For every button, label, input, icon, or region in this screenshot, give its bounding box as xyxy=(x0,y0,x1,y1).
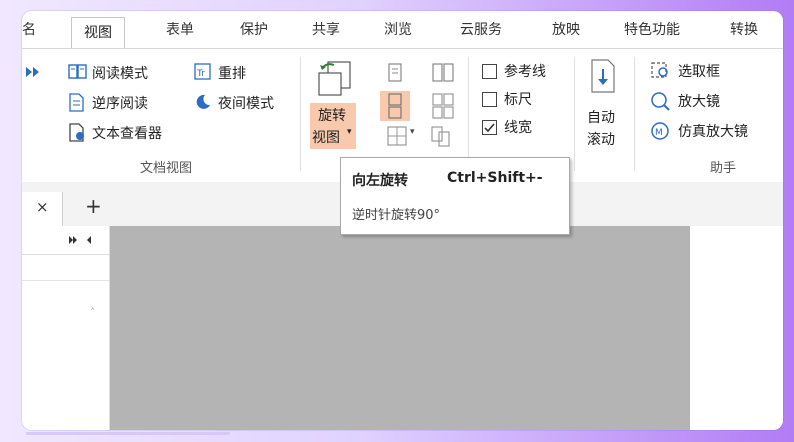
ruler-checkbox[interactable] xyxy=(482,92,497,107)
reflow-button[interactable]: 重排 xyxy=(218,63,246,83)
tooltip-description: 逆时针旋转90° xyxy=(352,208,441,223)
tab-share[interactable]: 共享 xyxy=(312,19,340,39)
tab-sign[interactable]: 名 xyxy=(22,19,36,39)
add-tab-button[interactable]: + xyxy=(85,194,102,218)
split-view-icon[interactable] xyxy=(386,125,408,147)
app-window: 名 视图 表单 保护 共享 浏览 云服务 放映 特色功能 转换 阅读模式 Tr … xyxy=(22,11,783,430)
reverse-read-button[interactable]: 逆序阅读 xyxy=(92,93,148,113)
two-page-icon[interactable] xyxy=(432,63,454,83)
document-page xyxy=(110,226,690,430)
group-label-doc-view: 文档视图 xyxy=(140,161,193,176)
rotate-view-button[interactable]: 旋转 视图 ▾ xyxy=(310,57,356,151)
true-magnifier-icon: M xyxy=(651,122,669,140)
window-bottom-indicator xyxy=(26,432,230,435)
tab-form[interactable]: 表单 xyxy=(166,19,194,39)
text-viewer-icon xyxy=(69,123,84,142)
true-magnifier-button[interactable]: 仿真放大镜 xyxy=(678,121,748,141)
expand-arrow-icon[interactable] xyxy=(24,65,40,79)
check-icon xyxy=(484,123,495,133)
tooltip-shortcut: Ctrl+Shift+- xyxy=(447,170,543,186)
line-width-label: 线宽 xyxy=(504,120,532,136)
line-width-checkbox[interactable] xyxy=(482,120,497,135)
text-viewer-button[interactable]: 文本查看器 xyxy=(92,123,162,143)
tab-browse[interactable]: 浏览 xyxy=(384,19,412,39)
group-label-assistant: 助手 xyxy=(710,161,737,176)
group-divider xyxy=(574,57,575,171)
rotate-view-label-2: 视图 xyxy=(312,130,340,146)
svg-text:Tr: Tr xyxy=(196,69,205,79)
auto-scroll-button[interactable]: 自动 滚动 xyxy=(582,59,624,149)
read-mode-button[interactable]: 阅读模式 xyxy=(92,63,148,83)
group-divider xyxy=(634,57,635,171)
compare-icon[interactable] xyxy=(430,125,452,147)
moon-icon xyxy=(196,94,210,109)
scroll-up-icon[interactable]: ˄ xyxy=(90,306,96,319)
guides-label: 参考线 xyxy=(504,64,546,80)
rotate-left-tooltip: 向左旋转 Ctrl+Shift+- 逆时针旋转90° xyxy=(340,157,570,235)
auto-scroll-icon xyxy=(591,59,615,93)
tab-convert[interactable]: 转换 xyxy=(730,19,758,39)
guides-checkbox[interactable] xyxy=(482,64,497,79)
panel-header xyxy=(22,226,109,255)
reverse-read-icon xyxy=(69,93,84,112)
ribbon-tab-bar: 名 视图 表单 保护 共享 浏览 云服务 放映 特色功能 转换 xyxy=(22,11,783,49)
tab-features[interactable]: 特色功能 xyxy=(624,19,680,39)
ruler-label: 标尺 xyxy=(504,92,532,108)
book-icon xyxy=(68,64,87,79)
select-box-icon xyxy=(651,62,668,78)
document-canvas[interactable] xyxy=(110,226,783,430)
svg-text:M: M xyxy=(655,128,663,138)
group-divider xyxy=(300,57,301,171)
tab-cloud[interactable]: 云服务 xyxy=(460,19,502,39)
close-tab-button[interactable]: × xyxy=(36,198,49,216)
continuous-two-page-icon[interactable] xyxy=(432,93,454,119)
tab-protect[interactable]: 保护 xyxy=(240,19,268,39)
navigation-panel: ˄ xyxy=(22,226,110,430)
rotate-page-icon xyxy=(318,61,351,96)
auto-scroll-label-1: 自动 xyxy=(587,110,615,126)
auto-scroll-label-2: 滚动 xyxy=(587,132,615,148)
magnifier-button[interactable]: 放大镜 xyxy=(678,91,720,111)
magnifier-icon xyxy=(651,92,670,111)
panel-divider xyxy=(22,280,109,281)
split-dropdown-icon[interactable]: ▾ xyxy=(410,127,415,137)
night-mode-button[interactable]: 夜间模式 xyxy=(218,93,274,113)
collapse-panel-icon[interactable] xyxy=(68,235,98,247)
tab-view[interactable]: 视图 xyxy=(71,17,125,49)
reflow-icon: Tr xyxy=(194,63,211,80)
continuous-page-icon[interactable] xyxy=(386,93,404,119)
document-tab[interactable]: × xyxy=(22,192,63,226)
tab-slideshow[interactable]: 放映 xyxy=(552,19,580,39)
dropdown-arrow-icon[interactable]: ▾ xyxy=(347,127,352,137)
tooltip-title: 向左旋转 xyxy=(352,173,408,189)
select-box-button[interactable]: 选取框 xyxy=(678,61,720,81)
rotate-view-label-1: 旋转 xyxy=(318,108,346,124)
single-page-icon[interactable] xyxy=(386,63,404,83)
group-divider xyxy=(468,57,469,171)
